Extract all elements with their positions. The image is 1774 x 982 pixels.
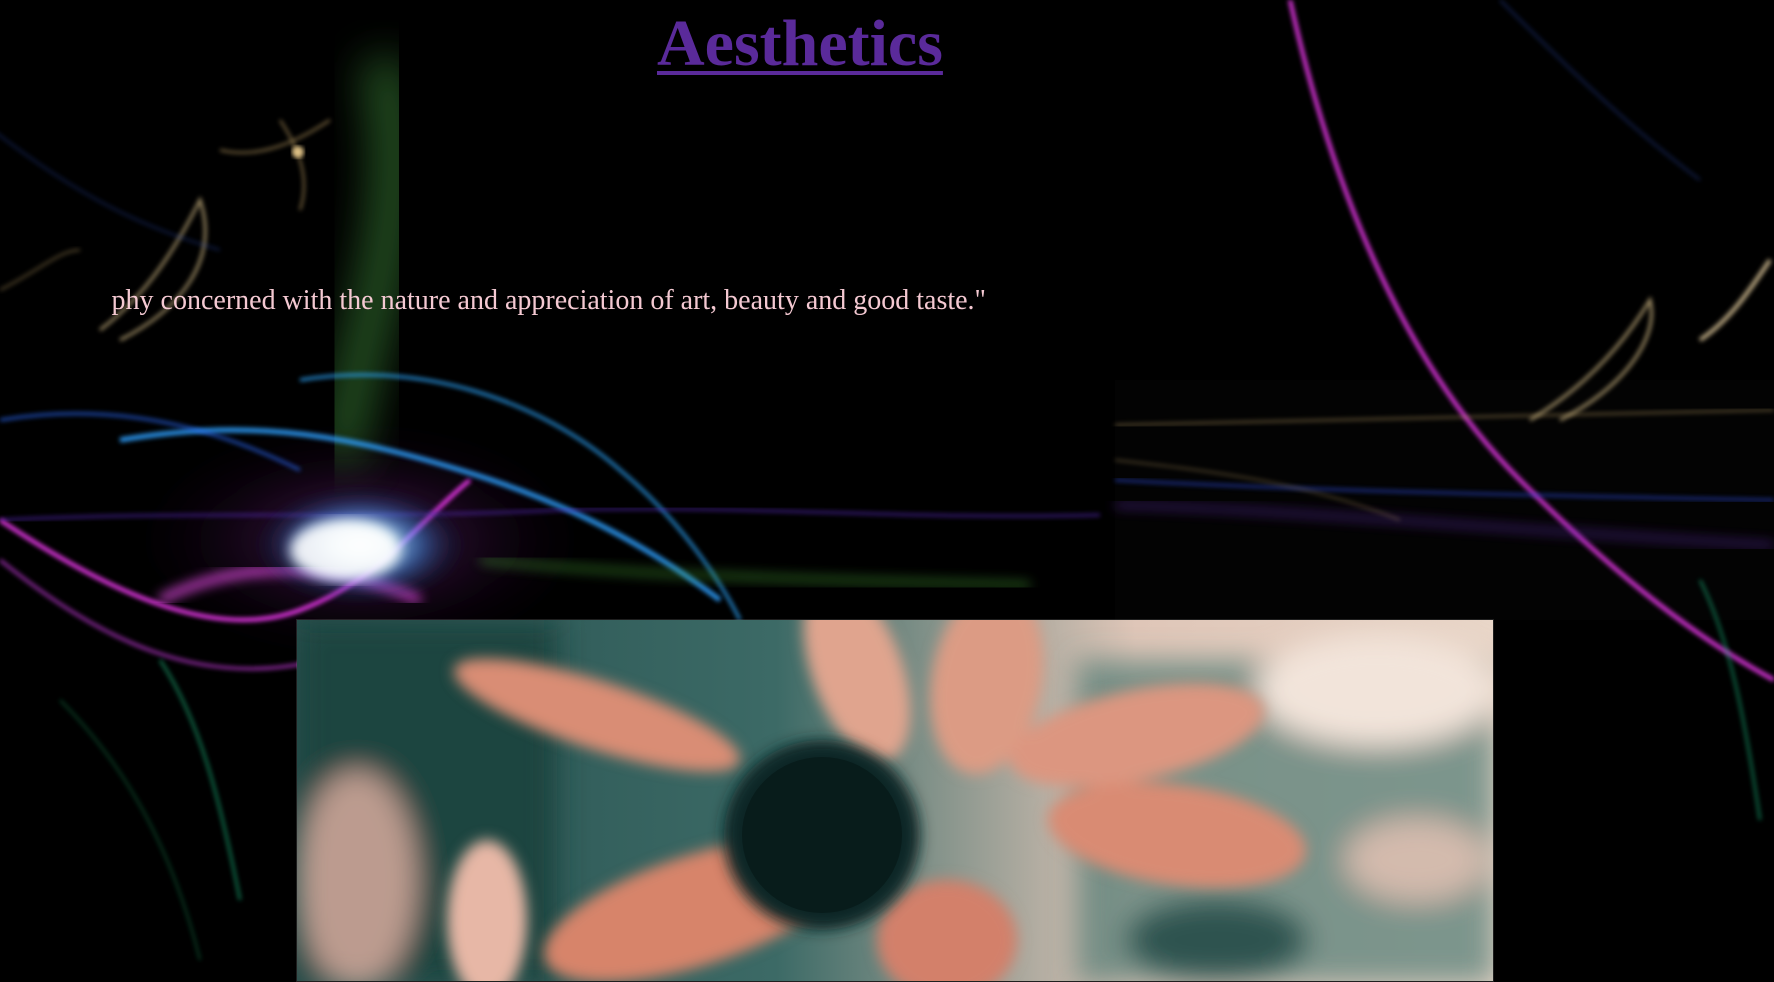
flower-photo	[296, 619, 1494, 982]
page-title-link[interactable]: Aesthetics	[657, 4, 943, 84]
aesthetics-definition-quote: phy concerned with the nature and apprec…	[111, 285, 986, 316]
